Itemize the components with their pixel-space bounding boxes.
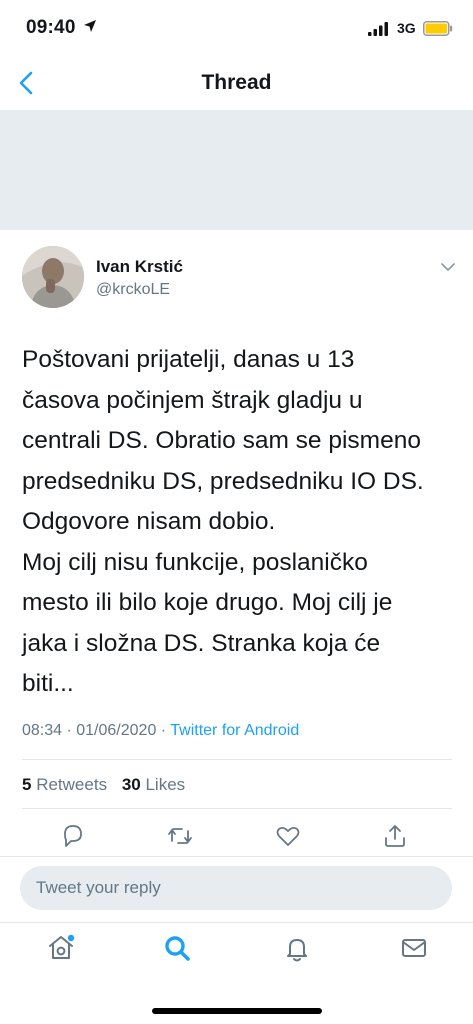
network-type: 3G — [397, 20, 416, 36]
tweet-actions — [0, 822, 473, 852]
divider — [0, 922, 473, 923]
retweets-count: 5 — [22, 775, 32, 794]
author-handle[interactable]: @krckoLE — [96, 281, 170, 299]
avatar-photo — [22, 246, 84, 308]
likes-count: 30 — [121, 775, 141, 794]
reply-input[interactable]: Tweet your reply — [20, 866, 452, 910]
status-time: 09:40 — [26, 17, 76, 38]
divider — [22, 808, 452, 809]
thread-banner — [0, 110, 473, 230]
divider — [22, 759, 452, 760]
tweet-text-line: Odgovore nisam dobio. — [22, 508, 276, 535]
retweets-stat[interactable]: 5 Retweets — [22, 775, 107, 794]
tweet-text: Poštovani prijatelji, danas u 13 časova … — [22, 340, 462, 705]
tweet-timestamp: 08:34 · 01/06/2020 · — [22, 722, 171, 739]
tab-bar — [0, 924, 473, 980]
tweet-text-line: jaka i složna DS. Stranka koja će — [22, 629, 381, 657]
author-name[interactable]: Ivan Krstić — [96, 257, 183, 277]
signal-bars-icon — [368, 22, 388, 36]
retweets-label: Retweets — [36, 775, 108, 794]
divider — [0, 856, 473, 857]
tweet-text-line: časova počinjem štrajk gladju u — [22, 386, 363, 414]
navigation-bar: Thread — [0, 56, 473, 110]
twitter-thread-screen: 09:40 3G Thread Ivan Krstić @krckoLE Poš… — [0, 0, 473, 1024]
share-icon[interactable] — [381, 822, 409, 850]
tweet-source-link[interactable]: Twitter for Android — [170, 722, 299, 739]
tweet-text-line: mesto ili bilo koje drugo. Moj cilj je — [22, 589, 393, 616]
home-icon[interactable] — [45, 932, 77, 964]
tweet-text-line: predsedniku DS, predsedniku IO DS. — [22, 467, 424, 495]
search-icon[interactable] — [161, 932, 193, 964]
location-arrow-icon — [84, 20, 96, 32]
tweet-meta: 08:34 · 01/06/2020 · Twitter for Android — [22, 722, 299, 740]
home-indicator — [152, 1008, 322, 1014]
tweet-text-line: centrali DS. Obratio sam se pismeno — [22, 427, 421, 454]
likes-label: Likes — [145, 775, 186, 794]
battery-icon — [423, 21, 453, 36]
chevron-down-icon[interactable] — [440, 262, 456, 272]
messages-icon[interactable] — [398, 932, 430, 964]
like-icon[interactable] — [274, 822, 302, 850]
tweet-text-line: biti... — [22, 670, 74, 697]
page-title: Thread — [201, 71, 272, 94]
avatar[interactable] — [22, 246, 84, 308]
tweet-text-line: Poštovani prijatelji, danas u 13 — [22, 346, 355, 373]
tweet-stats: 5 Retweets 30 Likes — [22, 775, 195, 795]
tweet-text-line: Moj cilj nisu funkcije, poslaničko — [22, 548, 368, 576]
likes-stat[interactable]: 30 Likes — [122, 775, 185, 794]
notifications-icon[interactable] — [281, 932, 313, 964]
retweet-icon[interactable] — [166, 822, 194, 850]
status-bar: 09:40 3G — [0, 0, 473, 56]
reply-icon[interactable] — [59, 822, 87, 850]
